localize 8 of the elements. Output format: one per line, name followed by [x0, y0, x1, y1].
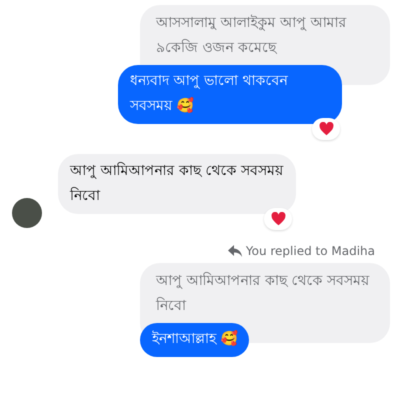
sent-message: ধন্যবাদ আপু ভালো থাকবেন সবসময় 🥰	[118, 65, 342, 124]
sent-message: ইনশাআল্লাহ 🥰	[140, 323, 250, 357]
heart-icon	[270, 212, 286, 226]
reply-icon	[228, 245, 242, 257]
reply-label: You replied to Madiha	[246, 244, 375, 258]
received-message: আপু আমিআপনার কাছ থেকে সবসময় নিবো	[58, 154, 296, 214]
avatar[interactable]	[12, 198, 42, 228]
heart-icon	[318, 122, 334, 136]
